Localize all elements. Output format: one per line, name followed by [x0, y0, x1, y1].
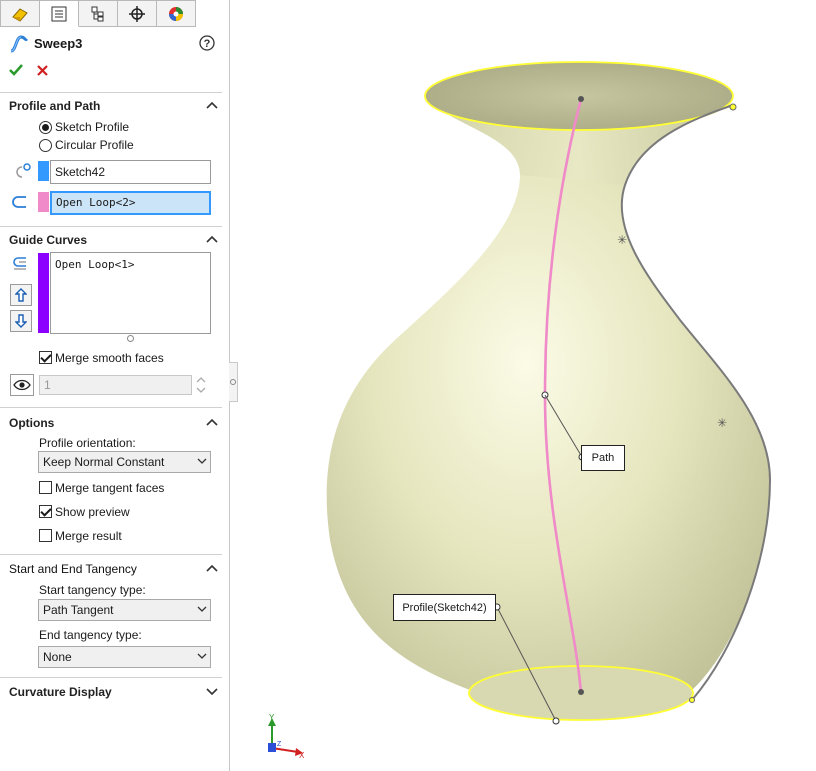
profile-orientation-value: Keep Normal Constant — [43, 455, 165, 469]
path-selection-value: Open Loop<2> — [56, 196, 136, 209]
circular-profile-radio[interactable] — [39, 139, 52, 152]
merge-tangent-faces-label: Merge tangent faces — [55, 481, 165, 495]
section-title-tangency: Start and End Tangency — [9, 562, 137, 576]
guide-point-marker: ✳ — [617, 233, 627, 247]
end-tangency-value: None — [43, 650, 72, 664]
path-endpoint — [578, 689, 584, 695]
section-divider — [0, 407, 222, 408]
property-manager-icon — [51, 6, 67, 21]
tab-dimxpert-manager[interactable] — [118, 0, 157, 27]
sketch-profile-radio[interactable] — [39, 121, 52, 134]
view-triad — [268, 718, 303, 756]
guide-point-marker: ✳ — [717, 416, 727, 430]
start-tangency-select[interactable]: Path Tangent — [38, 599, 211, 621]
section-title-profile-path: Profile and Path — [9, 99, 101, 113]
path-selection-field[interactable]: Open Loop<2> — [50, 191, 211, 215]
circular-profile-label: Circular Profile — [55, 138, 134, 152]
profile-selection-field[interactable]: Sketch42 — [50, 160, 211, 184]
show-preview-checkbox[interactable] — [39, 505, 52, 518]
move-up-button[interactable] — [10, 284, 32, 306]
merge-smooth-faces-checkbox[interactable] — [39, 351, 52, 364]
manager-tabs — [0, 0, 202, 27]
section-divider — [0, 226, 222, 227]
merge-smooth-faces-label: Merge smooth faces — [55, 351, 164, 365]
path-selector-icon — [12, 196, 26, 208]
arrow-down-icon — [15, 314, 27, 328]
resize-handle[interactable] — [127, 335, 134, 342]
tab-property-manager[interactable] — [40, 0, 79, 27]
triad-z-label: Z — [277, 741, 282, 748]
chevron-down-icon — [197, 606, 207, 612]
guide-curves-list[interactable]: Open Loop<1> — [50, 252, 211, 334]
chevron-up-icon[interactable] — [206, 100, 218, 110]
chevron-down-icon — [197, 653, 207, 659]
sweep-icon — [10, 35, 29, 53]
arrow-up-icon — [15, 288, 27, 302]
feature-manager-icon — [12, 7, 28, 22]
profile-anchor-point — [552, 717, 560, 725]
appearance-icon — [169, 6, 183, 21]
section-count-spinbox[interactable]: 1 — [39, 375, 192, 395]
sketch-profile-label: Sketch Profile — [55, 120, 130, 134]
profile-color-swatch — [38, 161, 49, 181]
section-title-curvature: Curvature Display — [9, 685, 112, 699]
tab-display-manager[interactable] — [157, 0, 196, 27]
move-down-button[interactable] — [10, 310, 32, 332]
configuration-manager-icon — [91, 6, 104, 21]
chevron-down-icon — [197, 458, 207, 464]
eye-icon — [13, 379, 31, 391]
property-manager: Sweep3 ? Profile and Path Sketch Profile… — [0, 0, 230, 771]
section-title-options: Options — [9, 416, 55, 430]
path-color-swatch — [38, 192, 49, 212]
graphics-viewport[interactable]: ✳ ✳ Y X Z — [230, 0, 816, 771]
merge-result-label: Merge result — [55, 529, 122, 543]
profile-orientation-label: Profile orientation: — [39, 436, 136, 450]
section-divider — [0, 554, 222, 555]
guide-endpoint — [689, 697, 695, 703]
vase-mouth — [424, 61, 734, 131]
chevron-down-icon[interactable] — [206, 686, 218, 696]
start-tangency-value: Path Tangent — [43, 603, 114, 617]
chevron-up-icon[interactable] — [206, 563, 218, 573]
section-title-guide-curves: Guide Curves — [9, 233, 88, 247]
profile-selector-icon — [16, 163, 31, 178]
guide-curve-item[interactable]: Open Loop<1> — [55, 258, 134, 271]
section-divider — [0, 677, 222, 678]
tab-configuration-manager[interactable] — [79, 0, 118, 27]
guide-curve-color-swatch — [38, 253, 49, 333]
section-divider — [0, 92, 222, 93]
profile-orientation-select[interactable]: Keep Normal Constant — [38, 451, 211, 473]
guide-curve-selector-icon — [13, 257, 26, 270]
show-sections-button[interactable] — [10, 374, 34, 396]
chevron-up-icon[interactable] — [206, 234, 218, 244]
profile-callout-label: Profile(Sketch42) — [402, 601, 487, 614]
feature-title: Sweep3 — [34, 36, 83, 51]
ok-checkmark-icon[interactable] — [8, 63, 24, 77]
profile-callout[interactable]: Profile(Sketch42) — [393, 594, 496, 621]
triad-x-label: X — [299, 751, 305, 760]
merge-tangent-faces-checkbox[interactable] — [39, 481, 52, 494]
end-tangency-select[interactable]: None — [38, 646, 211, 668]
svg-text:?: ? — [204, 38, 211, 50]
path-endpoint — [578, 96, 584, 102]
triad-y-label: Y — [269, 713, 275, 722]
merge-result-checkbox[interactable] — [39, 529, 52, 542]
start-tangency-label: Start tangency type: — [39, 583, 146, 597]
cancel-x-icon[interactable] — [36, 64, 49, 77]
path-callout-label: Path — [591, 452, 615, 464]
help-icon[interactable]: ? — [199, 35, 215, 51]
show-preview-label: Show preview — [55, 505, 130, 519]
tab-feature-manager[interactable] — [0, 0, 40, 27]
chevron-up-icon[interactable] — [206, 417, 218, 427]
spin-arrows-icon[interactable] — [195, 375, 207, 395]
path-callout[interactable]: Path — [581, 445, 625, 471]
end-tangency-label: End tangency type: — [39, 628, 142, 642]
section-count-value: 1 — [44, 378, 51, 392]
crosshair-icon — [129, 5, 145, 22]
guide-endpoint — [729, 103, 737, 111]
profile-selection-value: Sketch42 — [55, 165, 106, 179]
